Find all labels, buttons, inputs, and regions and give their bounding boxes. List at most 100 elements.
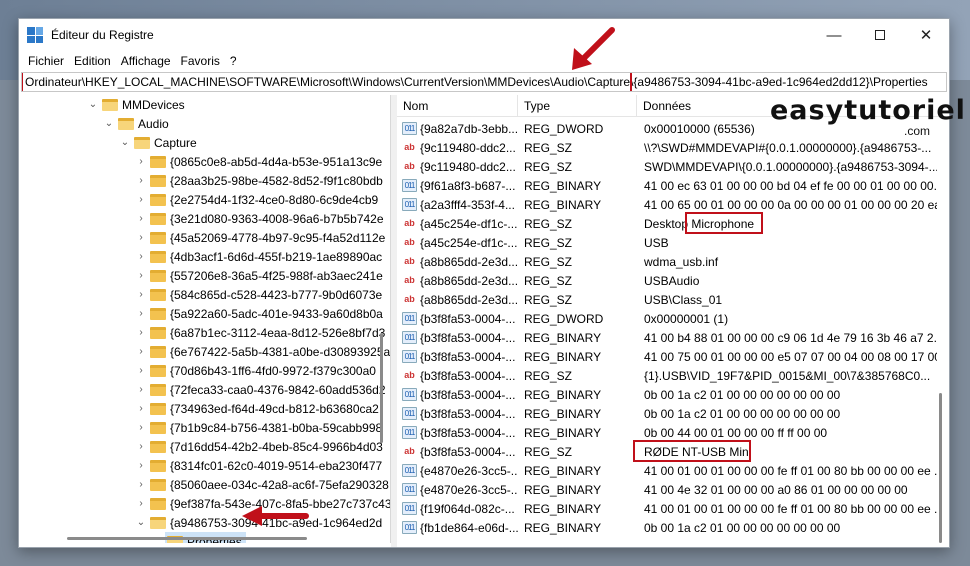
tree-vertical-scrollbar[interactable] xyxy=(375,95,389,543)
value-row[interactable]: ab {a45c254e-df1c-... REG_SZ USB xyxy=(397,233,937,252)
tree-node-key[interactable]: › {0865c0e8-ab5d-4d4a-b53e-951a13c9e xyxy=(135,152,382,171)
binary-value-icon: 011 xyxy=(402,388,417,401)
value-row[interactable]: ab {a8b865dd-2e3d... REG_SZ USB\Class_01 xyxy=(397,290,937,309)
expand-chevron-icon[interactable]: › xyxy=(135,156,147,167)
value-row[interactable]: 011 {f19f064d-082c-... REG_BINARY 41 00 01 … xyxy=(397,499,937,518)
value-row[interactable]: 011 {a2a3fff4-353f-4... REG_BINARY 41 00 65… xyxy=(397,195,937,214)
expand-chevron-icon[interactable]: › xyxy=(135,384,147,395)
expand-chevron-icon[interactable]: › xyxy=(135,232,147,243)
tree-node-key[interactable]: › {70d86b43-1ff6-4fd0-9972-f379c300a0 xyxy=(135,361,376,380)
expand-chevron-icon[interactable]: › xyxy=(135,213,147,224)
value-type: REG_DWORD xyxy=(524,121,604,136)
tree-node-key[interactable]: › {85060aee-034c-42a8-ac6f-75efa290328 xyxy=(135,475,389,494)
tree-node-key[interactable]: › {584c865d-c528-4423-b777-9b0d6073e xyxy=(135,285,382,304)
value-row[interactable]: ab {9c119480-ddc2... REG_SZ \\?\SWD#MMDEVAP… xyxy=(397,138,937,157)
value-row[interactable]: 011 {9f61a8f3-b687-... REG_BINARY 41 00 ec … xyxy=(397,176,937,195)
maximize-button[interactable] xyxy=(857,19,903,51)
tree-node-mmdevices[interactable]: ⌄ MMDevices xyxy=(87,95,185,114)
tree-node-key[interactable]: › {2e2754d4-1f32-4ce0-8d80-6c9de4cb9 xyxy=(135,190,378,209)
expand-chevron-icon[interactable]: › xyxy=(135,498,147,509)
expand-chevron-icon[interactable]: › xyxy=(135,175,147,186)
tree-node-key[interactable]: › {3e21d080-9363-4008-96a6-b7b5b742e xyxy=(135,209,383,228)
tree-node-capture[interactable]: ⌄ Capture xyxy=(119,133,197,152)
expand-chevron-icon[interactable]: › xyxy=(135,422,147,433)
value-row[interactable]: 011 {b3f8fa53-0004-... REG_BINARY 41 00 75 … xyxy=(397,347,937,366)
expand-chevron-icon[interactable]: › xyxy=(135,441,147,452)
tree-label: {72feca33-caa0-4376-9842-60add536d2 xyxy=(170,382,386,397)
collapse-chevron-icon[interactable]: ⌄ xyxy=(119,137,131,148)
expand-chevron-icon[interactable]: › xyxy=(135,479,147,490)
value-row[interactable]: 011 {e4870e26-3cc5-... REG_BINARY 41 00 01 … xyxy=(397,461,937,480)
list-vertical-scrollbar[interactable] xyxy=(933,115,947,545)
scroll-thumb[interactable] xyxy=(380,333,383,443)
key-tree: ⌄ MMDevices ⌄ Audio ⌄ Capture › {0865c0e8-ab… xyxy=(21,95,391,543)
string-value-icon: ab xyxy=(402,369,417,382)
value-row[interactable]: 011 {fb1de864-e06d-... REG_BINARY 0b 00 1a … xyxy=(397,518,937,537)
column-header-name[interactable]: Nom xyxy=(397,95,518,117)
value-row[interactable]: ab {a8b865dd-2e3d... REG_SZ wdma_usb.inf xyxy=(397,252,937,271)
expand-chevron-icon[interactable]: › xyxy=(135,346,147,357)
tree-node-key[interactable]: › {45a52069-4778-4b97-9c95-f4a52d112e xyxy=(135,228,385,247)
string-value-icon: ab xyxy=(402,255,417,268)
expand-chevron-icon[interactable]: › xyxy=(135,251,147,262)
tree-node-key[interactable]: › {5a922a60-5adc-401e-9433-9a60d8b0a xyxy=(135,304,383,323)
tree-node-key[interactable]: › {8314fc01-62c0-4019-9514-eba230f477 xyxy=(135,456,382,475)
scroll-thumb[interactable] xyxy=(67,537,307,540)
value-row[interactable]: 011 {b3f8fa53-0004-... REG_DWORD 0x00000001… xyxy=(397,309,937,328)
tree-node-audio[interactable]: ⌄ Audio xyxy=(103,114,169,133)
tree-node-key[interactable]: › {6a87b1ec-3112-4eaa-8d12-526e8bf7d3 xyxy=(135,323,385,342)
value-name: {9c119480-ddc2... xyxy=(420,140,516,155)
expand-chevron-icon[interactable]: › xyxy=(135,460,147,471)
expand-chevron-icon[interactable]: › xyxy=(135,308,147,319)
tree-node-key[interactable]: › {28aa3b25-98be-4582-8d52-f9f1c80bdb xyxy=(135,171,383,190)
value-row[interactable]: 011 {e4870e26-3cc5-... REG_BINARY 41 00 4e … xyxy=(397,480,937,499)
menu-affichage[interactable]: Affichage xyxy=(116,54,176,68)
collapse-chevron-icon[interactable]: ⌄ xyxy=(103,118,115,129)
tree-node-key[interactable]: › {72feca33-caa0-4376-9842-60add536d2 xyxy=(135,380,386,399)
menu-help[interactable]: ? xyxy=(225,54,242,68)
value-name: {a8b865dd-2e3d... xyxy=(420,273,518,288)
value-row[interactable]: ab {a45c254e-df1c-... REG_SZ Desktop Microp… xyxy=(397,214,937,233)
menu-fichier[interactable]: Fichier xyxy=(23,54,69,68)
expand-chevron-icon[interactable]: › xyxy=(135,270,147,281)
value-name-cell: ab {9c119480-ddc2... xyxy=(397,160,518,174)
value-type: REG_SZ xyxy=(524,292,573,307)
value-name: {b3f8fa53-0004-... xyxy=(420,349,516,364)
tree-node-key[interactable]: › {557206e8-36a5-4f25-988f-ab3aec241e xyxy=(135,266,383,285)
value-row[interactable]: ab {a8b865dd-2e3d... REG_SZ USBAudio xyxy=(397,271,937,290)
minimize-button[interactable]: — xyxy=(811,19,857,51)
close-button[interactable]: ✕ xyxy=(903,19,949,51)
value-row[interactable]: 011 {b3f8fa53-0004-... REG_BINARY 41 00 b4 … xyxy=(397,328,937,347)
expand-chevron-icon[interactable]: › xyxy=(135,194,147,205)
folder-icon xyxy=(150,402,166,415)
scroll-thumb[interactable] xyxy=(939,393,942,543)
tree-node-key[interactable]: › {7d16dd54-42b2-4beb-85c4-9966b4d03 xyxy=(135,437,383,456)
value-type: REG_BINARY xyxy=(524,520,602,535)
tree-node-key[interactable]: › {4db3acf1-6d6d-455f-b219-1ae89890ac xyxy=(135,247,382,266)
value-row[interactable]: ab {b3f8fa53-0004-... REG_SZ {1}.USB\VID_19… xyxy=(397,366,937,385)
tree-node-key[interactable]: › {6e767422-5a5b-4381-a0be-d30893925a xyxy=(135,342,390,361)
expand-chevron-icon[interactable]: › xyxy=(135,327,147,338)
menu-edition[interactable]: Edition xyxy=(69,54,116,68)
expand-chevron-icon[interactable]: › xyxy=(135,403,147,414)
collapse-chevron-icon[interactable]: ⌄ xyxy=(87,99,99,110)
collapse-chevron-icon[interactable]: ⌄ xyxy=(135,517,147,528)
value-row[interactable]: 011 {b3f8fa53-0004-... REG_BINARY 0b 00 1a … xyxy=(397,385,937,404)
menu-favoris[interactable]: Favoris xyxy=(176,54,225,68)
value-name: {fb1de864-e06d-... xyxy=(420,520,518,535)
value-name-cell: 011 {9a82a7db-3ebb... xyxy=(397,122,518,136)
tree-label: {45a52069-4778-4b97-9c95-f4a52d112e xyxy=(170,230,386,245)
expand-chevron-icon[interactable]: › xyxy=(135,289,147,300)
window-title: Éditeur du Registre xyxy=(51,28,154,42)
expand-chevron-icon[interactable]: › xyxy=(135,365,147,376)
value-name: {f19f064d-082c-... xyxy=(420,501,515,516)
tree-node-key[interactable]: › {734963ed-f64d-49cd-b812-b63680ca2 xyxy=(135,399,379,418)
value-row[interactable]: 011 {b3f8fa53-0004-... REG_BINARY 0b 00 1a … xyxy=(397,404,937,423)
address-bar[interactable]: Ordinateur\HKEY_LOCAL_MACHINE\SOFTWARE\M… xyxy=(21,72,947,92)
tree-horizontal-scrollbar[interactable] xyxy=(21,533,375,543)
column-header-type[interactable]: Type xyxy=(518,95,637,117)
value-row[interactable]: ab {9c119480-ddc2... REG_SZ SWD\MMDEVAPI\{0… xyxy=(397,157,937,176)
tree-node-key[interactable]: › {7b1b9c84-b756-4381-b0ba-59cabb998 xyxy=(135,418,382,437)
binary-value-icon: 011 xyxy=(402,331,417,344)
string-value-icon: ab xyxy=(402,293,417,306)
